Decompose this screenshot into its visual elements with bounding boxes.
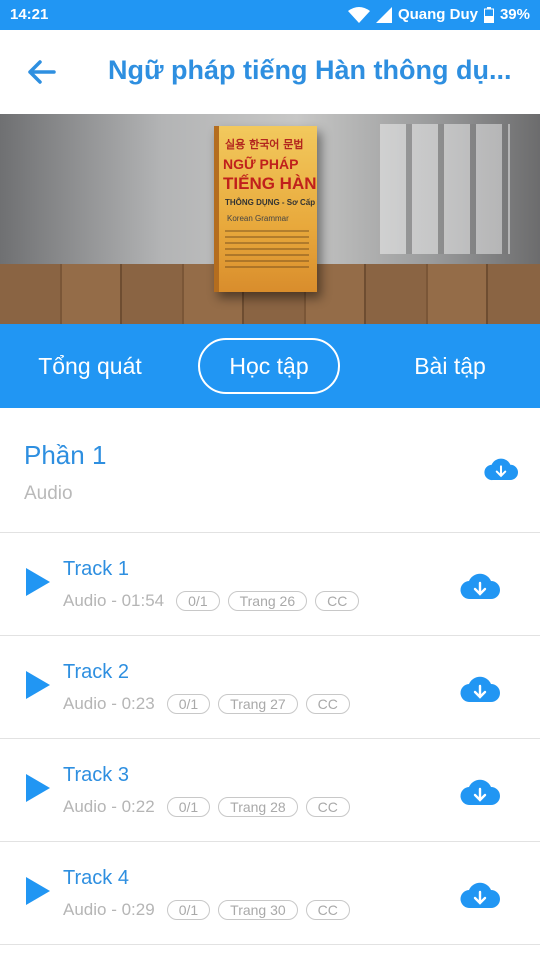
section-header: Phần 1 Audio (0, 408, 540, 533)
cloud-download-icon (460, 882, 500, 909)
battery-icon (483, 6, 494, 23)
track-duration: Audio - 0:22 (63, 797, 155, 816)
track-download-button[interactable] (460, 674, 500, 704)
cc-badge[interactable]: CC (305, 797, 350, 817)
track-duration: Audio - 01:54 (63, 591, 165, 610)
tab-general[interactable]: Tổng quát (20, 338, 160, 394)
arrow-left-icon (28, 60, 56, 84)
track-meta: Audio - 0:22 0/1 Trang 28 CC (63, 797, 350, 817)
app-bar: Ngữ pháp tiếng Hàn thông dụ... (0, 30, 540, 114)
back-button[interactable] (22, 54, 62, 90)
hero-window (380, 124, 510, 254)
play-icon (26, 671, 50, 699)
page-badge: Trang 28 (218, 797, 298, 817)
track-duration: Audio - 0:29 (63, 900, 155, 919)
section-subtitle: Audio (24, 483, 73, 504)
wifi-icon (347, 6, 370, 23)
hero-banner: 실용 한국어 문법 NGỮ PHÁP TIẾNG HÀN THÔNG DỤNG … (0, 114, 540, 324)
play-icon (26, 568, 50, 596)
battery-level: 39% (499, 6, 530, 23)
cloud-download-icon (460, 676, 500, 703)
book-title-line1: NGỮ PHÁP (223, 156, 299, 172)
tab-exercise[interactable]: Bài tập (388, 338, 512, 394)
track-download-button[interactable] (460, 777, 500, 807)
play-button[interactable] (24, 773, 52, 803)
page-badge: Trang 26 (227, 591, 308, 611)
section-title: Phần 1 (24, 440, 107, 470)
track-meta: Audio - 0:29 0/1 Trang 30 CC (63, 900, 350, 920)
track-duration: Audio - 0:23 (63, 694, 155, 713)
status-bar: 14:21 Quang Duy 39% (0, 0, 540, 30)
carrier-name: Quang Duy (397, 6, 478, 23)
page-title: Ngữ pháp tiếng Hàn thông dụ... (108, 55, 512, 85)
track-meta: Audio - 01:54 0/1 Trang 26 CC (63, 591, 360, 611)
section-download-button[interactable] (484, 456, 518, 482)
tab-study[interactable]: Học tập (198, 338, 340, 394)
cc-badge[interactable]: CC (315, 591, 360, 611)
cc-badge[interactable]: CC (305, 900, 350, 920)
progress-badge: 0/1 (166, 900, 211, 920)
track-title: Track 4 (63, 867, 129, 889)
book-title-line3: THÔNG DỤNG - Sơ Cấp (225, 198, 316, 207)
play-button[interactable] (24, 670, 52, 700)
book-title-line2: TIẾNG HÀN (223, 174, 317, 193)
cc-badge[interactable]: CC (305, 694, 350, 714)
track-row[interactable]: Track 1 Audio - 01:54 0/1 Trang 26 CC (0, 533, 540, 636)
track-title: Track 3 (63, 764, 129, 786)
status-right: Quang Duy 39% (347, 6, 530, 23)
book-text-lines (225, 230, 309, 270)
track-download-button[interactable] (460, 880, 500, 910)
track-title: Track 2 (63, 661, 129, 683)
track-download-button[interactable] (460, 571, 500, 601)
cloud-download-icon (460, 779, 500, 806)
track-title: Track 1 (63, 558, 129, 580)
book-korean-title: 실용 한국어 문법 (225, 138, 304, 151)
book-subtitle: Korean Grammar (227, 214, 289, 223)
play-icon (26, 877, 50, 905)
page-badge: Trang 27 (218, 694, 298, 714)
status-time: 14:21 (10, 6, 49, 23)
page-badge: Trang 30 (218, 900, 298, 920)
play-button[interactable] (24, 567, 52, 597)
progress-badge: 0/1 (166, 797, 211, 817)
cloud-download-icon (460, 573, 500, 600)
track-row[interactable]: Track 4 Audio - 0:29 0/1 Trang 30 CC (0, 842, 540, 945)
play-button[interactable] (24, 876, 52, 906)
progress-badge: 0/1 (176, 591, 220, 611)
book-cover: 실용 한국어 문법 NGỮ PHÁP TIẾNG HÀN THÔNG DỤNG … (214, 126, 317, 292)
track-meta: Audio - 0:23 0/1 Trang 27 CC (63, 694, 350, 714)
signal-icon (375, 6, 392, 23)
tab-bar: Tổng quát Học tập Bài tập (0, 324, 540, 408)
cloud-download-icon (484, 458, 518, 481)
progress-badge: 0/1 (166, 694, 211, 714)
track-row[interactable]: Track 3 Audio - 0:22 0/1 Trang 28 CC (0, 739, 540, 842)
play-icon (26, 774, 50, 802)
track-row[interactable]: Track 2 Audio - 0:23 0/1 Trang 27 CC (0, 636, 540, 739)
